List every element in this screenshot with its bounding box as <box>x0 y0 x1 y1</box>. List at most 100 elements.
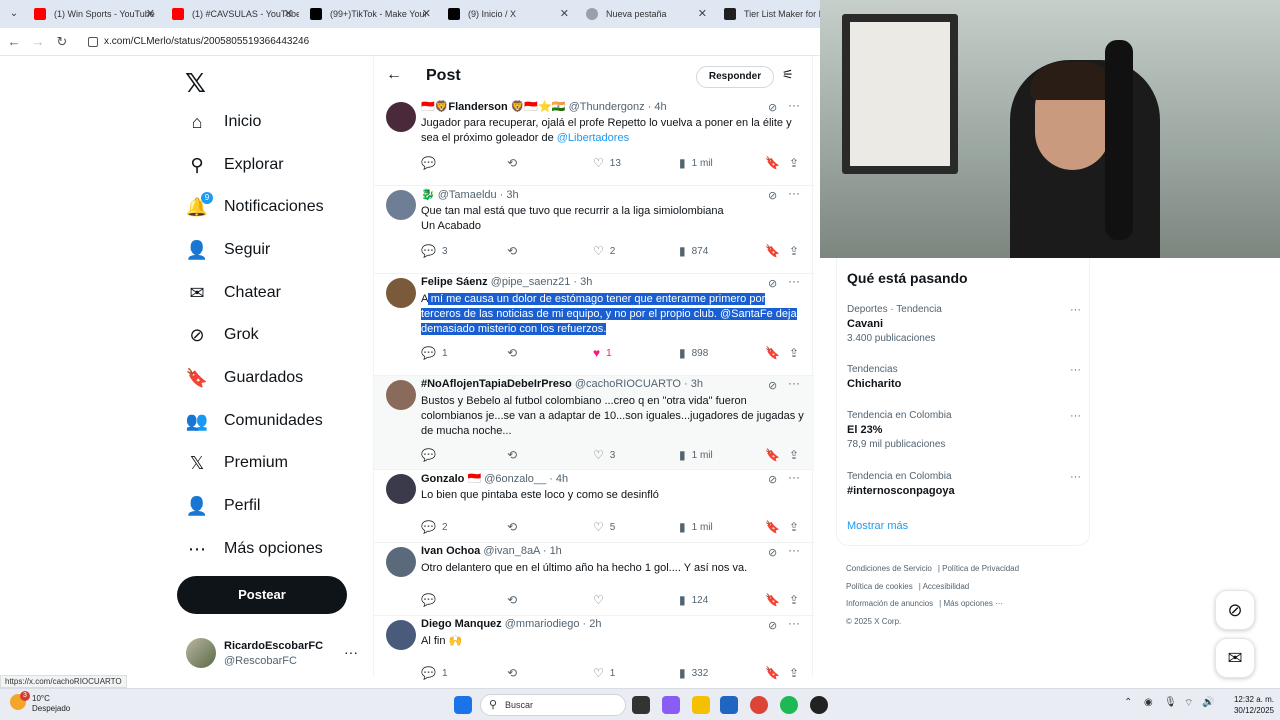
filter-icon[interactable]: ⚟ <box>782 67 794 83</box>
like-action[interactable]: ♡ 3 <box>593 448 615 462</box>
tab-tiktok[interactable]: (99+)TikTok - Make Your ✕ <box>302 2 437 26</box>
avatar[interactable] <box>386 474 416 504</box>
reply-tweet[interactable]: 🐉 @Tamaeldu · 3h ⊘ ··· Que tan mal está … <box>374 186 814 274</box>
more-icon[interactable]: ··· <box>788 186 800 200</box>
footer-link[interactable]: Política de cookies <box>846 582 913 591</box>
more-icon[interactable]: ··· <box>788 470 800 484</box>
sidebar-item-perfil[interactable]: 👤 Perfil <box>186 486 261 526</box>
bookmark-action[interactable]: 🔖 <box>765 346 786 360</box>
reply-tweet[interactable]: #NoAflojenTapiaDebeIrPreso @cachoRIOCUAR… <box>374 376 814 470</box>
tab-search-button[interactable]: ⌄ <box>4 4 24 24</box>
more-icon[interactable]: ··· <box>788 98 800 112</box>
chrome-icon[interactable] <box>750 696 768 714</box>
more-icon[interactable]: ··· <box>1070 410 1081 422</box>
grok-icon[interactable]: ⊘ <box>768 189 777 202</box>
author-handle[interactable]: @6onzalo__ · 4h <box>484 473 568 485</box>
footer-link[interactable]: Accesibilidad <box>923 582 970 591</box>
share-action[interactable]: ⇪ <box>789 593 805 607</box>
account-switcher[interactable]: RicardoEscobarFC @RescobarFC ··· <box>186 638 366 672</box>
footer-link[interactable]: Condiciones de Servicio <box>846 564 932 573</box>
grok-icon[interactable]: ⊘ <box>768 546 777 559</box>
close-tab-icon[interactable]: ✕ <box>560 2 569 26</box>
reply-button[interactable]: Responder <box>696 66 774 88</box>
share-action[interactable]: ⇪ <box>789 346 805 360</box>
repost-action[interactable]: ⟲ <box>507 520 523 534</box>
author-name[interactable]: 🐉 <box>421 189 435 201</box>
sidebar-item-mas-opciones[interactable]: ⋯ Más opciones <box>186 529 323 569</box>
clock[interactable]: 12:32 a. m. 30/12/2025 <box>1222 694 1274 716</box>
sidebar-item-notificaciones[interactable]: 🔔 9 Notificaciones <box>186 187 324 227</box>
avatar[interactable] <box>386 547 416 577</box>
bookmark-action[interactable]: 🔖 <box>765 244 786 258</box>
like-action[interactable]: ♡ <box>593 593 610 607</box>
share-action[interactable]: ⇪ <box>789 244 805 258</box>
show-more-link[interactable]: Mostrar más <box>847 520 908 532</box>
like-action[interactable]: ♡ 13 <box>593 156 621 170</box>
like-action[interactable]: ♡ 5 <box>593 520 615 534</box>
tab-cavsulas[interactable]: (1) #CAVSULAS - YouTube ✕ <box>164 2 299 26</box>
like-action[interactable]: ♡ 2 <box>593 244 615 258</box>
bookmark-action[interactable]: 🔖 <box>765 156 786 170</box>
bookmark-action[interactable]: 🔖 <box>765 593 786 607</box>
repost-action[interactable]: ⟲ <box>507 448 523 462</box>
avatar[interactable] <box>386 190 416 220</box>
reply-action[interactable]: 💬 1 <box>421 666 448 680</box>
sidebar-item-premium[interactable]: 𝕏 Premium <box>186 443 288 483</box>
reply-tweet[interactable]: Diego Manquez @mmariodiego · 2h ⊘ ··· Al… <box>374 616 814 680</box>
author-name[interactable]: Ivan Ochoa <box>421 545 480 557</box>
tray-expand-icon[interactable]: ⌃ <box>1124 697 1132 708</box>
reply-action[interactable]: 💬 1 <box>421 346 448 360</box>
obs-icon[interactable] <box>810 696 828 714</box>
share-action[interactable]: ⇪ <box>789 156 805 170</box>
author-handle[interactable]: @pipe_saenz21 · 3h <box>491 276 593 288</box>
author-name[interactable]: #NoAflojenTapiaDebeIrPreso <box>421 378 572 390</box>
store-icon[interactable] <box>720 696 738 714</box>
reply-action[interactable]: 💬 <box>421 448 442 462</box>
tab-new-tab[interactable]: Nueva pestaña ✕ <box>578 2 713 26</box>
tray-app-icon[interactable]: ◉ <box>1144 697 1153 708</box>
url-field[interactable]: x.com/CLMerlo/status/2005805519366443246 <box>86 32 806 52</box>
trend-item[interactable]: Deportes · Tendencia Cavani 3.400 public… <box>847 304 1081 344</box>
more-icon[interactable]: ··· <box>344 644 358 660</box>
reply-tweet[interactable]: Ivan Ochoa @ivan_8aA · 1h ⊘ ··· Otro del… <box>374 543 814 616</box>
grok-icon[interactable]: ⊘ <box>768 619 777 632</box>
sidebar-item-comunidades[interactable]: 👥 Comunidades <box>186 401 323 441</box>
repost-action[interactable]: ⟲ <box>507 156 523 170</box>
task-view-icon[interactable] <box>632 696 650 714</box>
more-icon[interactable]: ··· <box>788 543 800 557</box>
tab-win-sports[interactable]: (1) Win Sports - YouTube ✕ <box>26 2 161 26</box>
post-button[interactable]: Postear <box>177 576 347 614</box>
forward-arrow-icon[interactable]: → <box>29 33 47 51</box>
footer-link[interactable]: Política de Privacidad <box>942 564 1019 573</box>
tab-x-inicio[interactable]: (9) Inicio / X ✕ <box>440 2 575 26</box>
author-handle[interactable]: @Thundergonz · 4h <box>569 101 667 113</box>
back-arrow-icon[interactable]: ← <box>386 66 402 84</box>
sidebar-item-grok[interactable]: ⊘ Grok <box>186 315 258 355</box>
trend-item[interactable]: Tendencia en Colombia El 23% 78,9 mil pu… <box>847 410 1081 450</box>
sidebar-item-explorar[interactable]: ⚲ Explorar <box>186 145 283 185</box>
bookmark-action[interactable]: 🔖 <box>765 520 786 534</box>
author-handle[interactable]: @cachoRIOCUARTO · 3h <box>575 378 703 390</box>
close-tab-icon[interactable]: ✕ <box>146 2 155 26</box>
grok-icon[interactable]: ⊘ <box>768 379 777 392</box>
avatar[interactable] <box>386 380 416 410</box>
more-icon[interactable]: ··· <box>1070 471 1081 483</box>
more-icon[interactable]: ··· <box>1070 304 1081 316</box>
repost-action[interactable]: ⟲ <box>507 666 523 680</box>
more-icon[interactable]: ··· <box>788 274 800 288</box>
author-handle[interactable]: @mmariodiego · 2h <box>505 618 602 630</box>
reply-action[interactable]: 💬 <box>421 156 442 170</box>
author-name[interactable]: Felipe Sáenz <box>421 276 488 288</box>
share-action[interactable]: ⇪ <box>789 448 805 462</box>
close-tab-icon[interactable]: ✕ <box>698 2 707 26</box>
volume-icon[interactable]: 🔊 <box>1202 697 1214 708</box>
author-name[interactable]: Diego Manquez <box>421 618 502 630</box>
views-action[interactable]: ▮ 1 mil <box>679 156 713 170</box>
messages-floating-button[interactable]: ✉ <box>1215 638 1255 678</box>
reply-action[interactable]: 💬 2 <box>421 520 448 534</box>
close-tab-icon[interactable]: ✕ <box>422 2 431 26</box>
bookmark-action[interactable]: 🔖 <box>765 448 786 462</box>
wifi-icon[interactable]: ⌔ <box>1184 697 1193 710</box>
footer-link[interactable]: Más opciones ··· <box>943 599 1003 608</box>
author-name[interactable]: 🇮🇩🦁Flanderson 🦁🇮🇩⭐🇮🇳 <box>421 101 566 113</box>
